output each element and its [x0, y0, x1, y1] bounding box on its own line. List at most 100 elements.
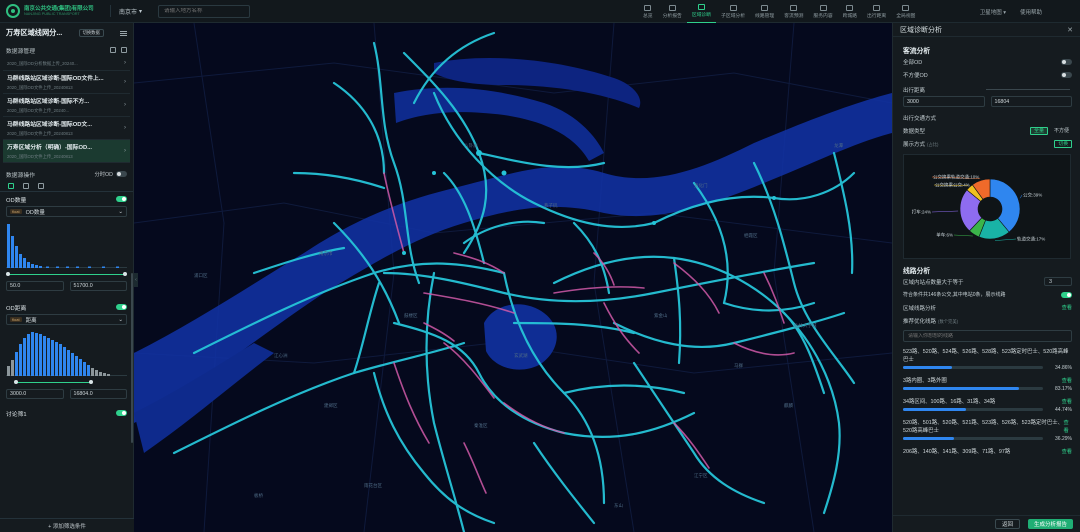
percentage: 44.74% — [1055, 406, 1072, 413]
switch-data-button[interactable]: 切换数据 — [78, 29, 104, 37]
upload-icon[interactable] — [121, 47, 127, 53]
add-filter-button[interactable]: + 添加筛选条件 — [0, 518, 134, 532]
all-od-toggle[interactable] — [1061, 58, 1072, 65]
line-search-input[interactable] — [908, 333, 1071, 339]
slider-handle-min[interactable] — [6, 272, 10, 276]
help-link[interactable]: 使用帮助 — [1020, 8, 1042, 16]
view-link[interactable]: 查看 — [1062, 377, 1072, 385]
max-input[interactable]: 51700.0 — [69, 281, 127, 291]
close-icon[interactable]: ✕ — [1067, 26, 1073, 34]
chevron-right-icon: › — [124, 148, 126, 154]
data-type-inconvenient-button[interactable]: 不方便 — [1051, 127, 1072, 135]
line-search-box[interactable] — [903, 330, 1072, 342]
range-slider[interactable] — [6, 380, 127, 384]
timed-od-toggle[interactable] — [116, 171, 127, 177]
filter-toggle[interactable] — [116, 304, 127, 310]
nav-item-service[interactable]: 服务内容 — [808, 0, 837, 23]
distance-min-input[interactable]: 3000 — [903, 96, 985, 107]
map-label: 麒麟 — [784, 403, 793, 408]
pie-label: 单车:6% — [936, 232, 953, 239]
view-link[interactable]: 查看 — [1062, 398, 1072, 406]
search-box[interactable] — [158, 4, 251, 18]
nav-item-global-view[interactable]: 全局视图 — [891, 0, 920, 23]
slider-handle-max[interactable] — [89, 380, 93, 384]
pie-label: 公交换乘公交:4% — [935, 182, 970, 189]
map-label: 江心洲 — [274, 353, 288, 358]
menu-icon[interactable] — [120, 30, 127, 36]
map-label: 鼓楼区 — [404, 313, 418, 318]
nav-item-report[interactable]: 分析报告 — [658, 0, 687, 23]
distance-icon — [873, 4, 881, 11]
base-map-selector[interactable]: 卫星地图 ▾ — [980, 8, 1006, 16]
view-link[interactable]: 查看 — [1063, 419, 1072, 435]
list-item[interactable]: 马群线路站区域诊断-国际OD文件上... 2020_国际OD文件上传_20240… — [3, 71, 130, 94]
nav-item-cross-city[interactable]: 跨城路 — [838, 0, 862, 23]
nav-item-subregion[interactable]: 子区域分析 — [716, 0, 750, 23]
logo-sub: NANJING PUBLIC TRANSPORT — [24, 11, 80, 16]
distance-max-input[interactable]: 16804 — [990, 96, 1072, 107]
collapse-left-panel-button[interactable]: ‹ — [134, 273, 138, 287]
slider-handle-min[interactable] — [14, 380, 18, 384]
link-icon[interactable] — [23, 183, 29, 189]
type-tag: float — [10, 209, 22, 214]
nav-item-distance[interactable]: 出行距离 — [862, 0, 891, 23]
back-button[interactable]: 返回 — [994, 519, 1020, 529]
list-item[interactable]: 马群线路站区域诊断-国际不方... 2020_国际OD文件上传_20240...… — [3, 94, 130, 117]
filter-icon[interactable] — [8, 183, 14, 189]
nav-item-line-management[interactable]: 线路管理 — [750, 0, 779, 23]
range-slider[interactable] — [6, 272, 127, 276]
filter-od-distance: OD距离 float 距离 ⌄ 3000.0 16804.0 — [0, 300, 133, 400]
list-item[interactable]: 520路、501路、520路、521路、523路、526路、523路定时巴士、5… — [903, 419, 1072, 442]
progress-fill — [903, 387, 1020, 390]
max-input[interactable]: 16804.0 — [69, 389, 127, 399]
show-lines-toggle[interactable] — [1061, 291, 1072, 298]
ops-toolbar — [0, 181, 133, 192]
scrollbar[interactable] — [131, 273, 133, 443]
map-label: 燕子矶 — [544, 203, 558, 208]
nav-item-forecast[interactable]: 客流预测 — [779, 0, 808, 23]
view-link[interactable]: 查看 — [1062, 304, 1072, 311]
list-item[interactable]: 2020_国际OD分析数据上传_20240... › — [3, 57, 130, 71]
nav-item-region-diagnosis[interactable]: 区域诊断 — [686, 0, 717, 23]
search-input[interactable] — [164, 8, 250, 14]
copy-icon[interactable] — [110, 47, 116, 53]
line-names: 3路内圈、3路外圈 — [903, 378, 947, 384]
min-input[interactable]: 3000.0 — [6, 389, 64, 399]
pie-label: 公交:39% — [1023, 192, 1042, 199]
field-select[interactable]: float 距离 ⌄ — [6, 314, 127, 325]
pie-svg: 公交:39% 轨道交通:17% 单车:6% 打车:24% 公交换乘公交:4%公交换乘轨道… — [912, 174, 1046, 243]
unsuitable-od-toggle[interactable] — [1061, 71, 1072, 78]
globe-icon — [902, 4, 910, 11]
generate-report-button[interactable]: 生成分析报告 — [1027, 519, 1073, 529]
nav-item-overview[interactable]: 总览 — [638, 0, 658, 23]
map-canvas[interactable]: 南京市 八卦洲 玄武湖 紫金山 栖霞区 江宁区 浦口区 雨花台区 鼓楼区 秦淮区… — [134, 23, 892, 532]
stations-input[interactable]: 3 — [1044, 277, 1072, 286]
subregion-icon — [729, 4, 737, 11]
data-type-all-button[interactable]: 全量 — [1029, 126, 1048, 135]
tag-icon[interactable] — [38, 183, 44, 189]
pie-leader-line — [1019, 194, 1023, 199]
progress-fill — [903, 437, 954, 440]
city-selector[interactable]: 南京市 ▾ — [110, 5, 150, 17]
percentage: 36.29% — [1055, 435, 1072, 442]
chevron-right-icon: › — [124, 79, 126, 85]
map-label: 南京市 — [319, 251, 333, 256]
list-item-active[interactable]: 万寿区域分析（明确）-国际OD... 2020_国际OD文件上传_2024081… — [3, 140, 130, 163]
filter-toggle[interactable] — [116, 196, 127, 202]
list-item[interactable]: 523路、520路、524路、526路、528路、523路定时巴士、520路高峰… — [903, 348, 1072, 371]
min-input[interactable]: 50.0 — [6, 281, 64, 291]
city-label: 南京市 — [119, 9, 138, 16]
field-select[interactable]: float OD数量 ⌄ — [6, 206, 127, 217]
list-item[interactable]: 206路、140路、141路、309路、71路、97路 查看 — [903, 448, 1072, 456]
distance-slider[interactable] — [984, 88, 1072, 92]
slider-handle-max[interactable] — [123, 272, 127, 276]
chevron-right-icon: › — [124, 125, 126, 131]
view-link[interactable]: 查看 — [1062, 448, 1072, 456]
list-item[interactable]: 3路内圈、3路外圈 查看 83.17% — [903, 377, 1072, 392]
list-item[interactable]: 34路区间、100路、16路、31路、34路 查看 44.74% — [903, 398, 1072, 413]
filter-toggle[interactable] — [116, 410, 127, 416]
progress-bar — [903, 408, 1043, 411]
unsuitable-od-label: 不方便OD — [903, 72, 928, 79]
switch-display-button[interactable]: 切换 — [1054, 139, 1072, 148]
list-item[interactable]: 马群线路站区域诊断-国际OD文... 2020_国际OD文件上传_2024081… — [3, 117, 130, 140]
